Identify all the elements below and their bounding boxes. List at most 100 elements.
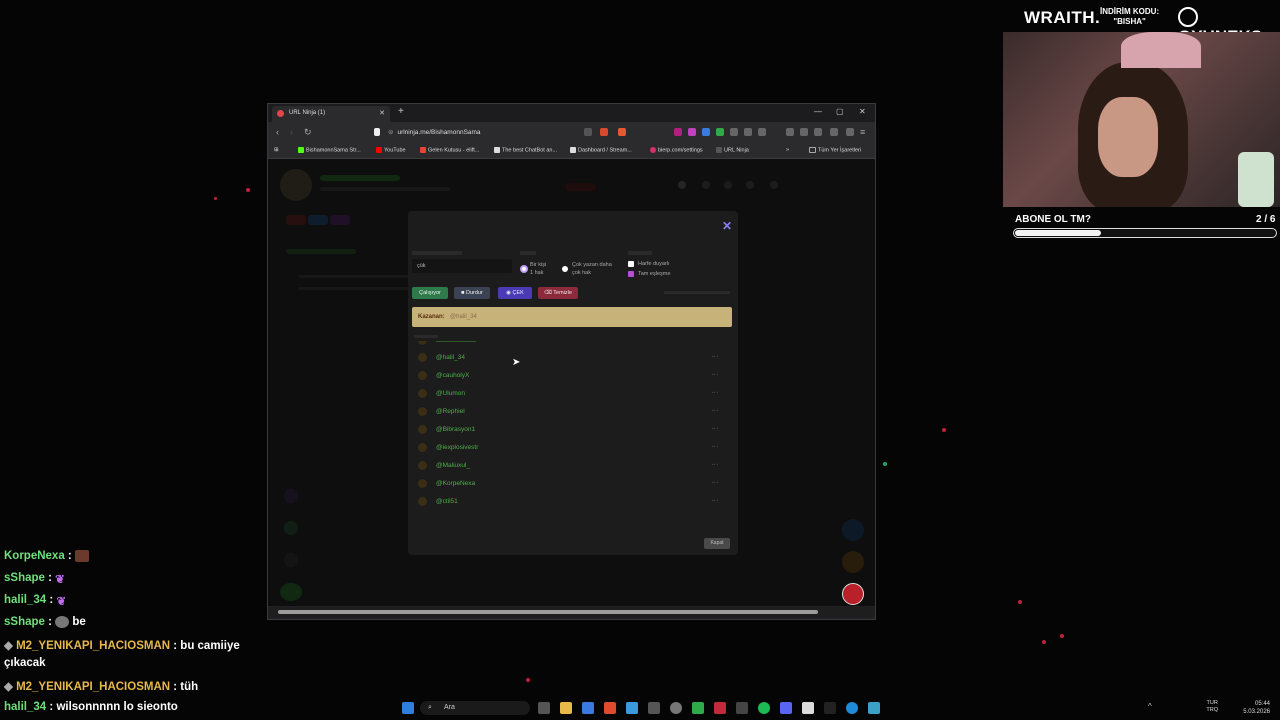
clock[interactable]: 05:44 5.03.2026	[1243, 700, 1270, 716]
participant-name: @cauholyX	[436, 372, 470, 379]
case-sensitive-label: Harfe duyarlı	[638, 261, 670, 267]
participant-avatar	[418, 389, 427, 398]
extension-icon[interactable]	[744, 128, 752, 136]
edge-icon[interactable]	[846, 702, 858, 714]
calculator-icon[interactable]	[648, 702, 660, 714]
extension-icon[interactable]	[786, 128, 794, 136]
participant-name: @Ulumon	[436, 390, 465, 397]
minimize-icon[interactable]: —	[814, 107, 822, 116]
taskbar-search[interactable]: ⌕ Ara	[420, 701, 530, 715]
browser-tab[interactable]: URL Ninja (1) ✕	[272, 106, 390, 122]
windows-start-icon[interactable]	[402, 702, 414, 714]
clear-button[interactable]: ⌫ Temizle	[538, 287, 578, 299]
extension-icon[interactable]	[716, 128, 724, 136]
task-view-icon[interactable]	[538, 702, 550, 714]
close-window-icon[interactable]: ✕	[859, 107, 866, 116]
chat-username: M2_YENIKAPI_HACIOSMAN	[16, 681, 171, 693]
bookmark-item[interactable]: BishamonnSama Str...	[298, 147, 361, 153]
brave-shield-icon[interactable]	[600, 128, 608, 136]
bookmark-item[interactable]: URL Ninja	[716, 147, 749, 153]
share-icon[interactable]	[584, 128, 592, 136]
bookmark-item[interactable]: bierp.com/settings	[650, 147, 703, 153]
language-indicator[interactable]: TUR TRQ	[1206, 700, 1218, 714]
bookmark-icon[interactable]	[374, 128, 380, 136]
mode-radio-many[interactable]	[562, 266, 568, 272]
badge-icon: ◆	[4, 681, 13, 693]
all-bookmarks-label: Tüm Yer İşaretleri	[818, 147, 862, 154]
discord-icon[interactable]	[780, 702, 792, 714]
tray-chevron-icon[interactable]: ^	[1148, 702, 1152, 711]
spotify-icon[interactable]	[758, 702, 770, 714]
telegram-icon[interactable]	[626, 702, 638, 714]
vpn-icon[interactable]	[846, 128, 854, 136]
keyword-input[interactable]: çük	[412, 259, 512, 273]
notepad-icon[interactable]	[802, 702, 814, 714]
forward-icon[interactable]: ›	[290, 127, 293, 137]
mode-radio-one[interactable]	[520, 265, 528, 273]
participant-list[interactable]: @halil_34 •• • @cauholyX •• • @Ulumon •• • …	[412, 341, 732, 516]
chat-text: be	[72, 616, 86, 629]
capcut-icon[interactable]	[824, 702, 836, 714]
all-bookmarks[interactable]: Tüm Yer İşaretleri	[809, 147, 861, 153]
participant-count-placeholder: •• •	[712, 408, 718, 413]
tab-bar: URL Ninja (1) ✕ + — ▢ ✕	[268, 104, 875, 122]
extensions-icon[interactable]	[814, 128, 822, 136]
maximize-icon[interactable]: ▢	[836, 107, 844, 116]
more-bookmarks-icon[interactable]: »	[786, 147, 789, 153]
chat-text: bu camiiye	[180, 640, 240, 652]
extension-icon[interactable]	[688, 128, 696, 136]
horizontal-scrollbar[interactable]	[268, 607, 875, 617]
file-explorer-icon[interactable]	[560, 702, 572, 714]
xbox-icon[interactable]	[692, 702, 704, 714]
chat-text: tüh	[180, 681, 199, 693]
horizontal-scroll-thumb[interactable]	[278, 610, 818, 614]
back-icon[interactable]: ‹	[276, 127, 279, 137]
stop-button-label: Durdur	[466, 290, 483, 296]
extension-icon[interactable]	[674, 128, 682, 136]
chat-message: sShape : ❦	[4, 572, 69, 586]
bookmark-item[interactable]: Gelen Kutusu - elift...	[420, 147, 479, 153]
extension-icon[interactable]	[702, 128, 710, 136]
extension-icon[interactable]	[730, 128, 738, 136]
tab-close-icon[interactable]: ✕	[379, 109, 385, 117]
folder-icon	[809, 147, 816, 153]
sidebar-icon[interactable]	[800, 128, 808, 136]
reload-icon[interactable]: ↻	[304, 127, 312, 138]
taskbar: ⌕ Ara ^ TUR TRQ 05:44 5.03.2026	[380, 698, 1280, 720]
draw-button-label: ÇEK	[512, 290, 524, 296]
brave-icon[interactable]	[604, 702, 616, 714]
case-sensitive-checkbox[interactable]	[628, 261, 634, 267]
participant-avatar	[418, 497, 427, 506]
bierp-icon	[650, 147, 656, 153]
obs-icon[interactable]	[670, 702, 682, 714]
participant-count-placeholder: •• •	[712, 444, 718, 449]
running-button[interactable]: Çalışıyor	[412, 287, 448, 299]
close-button[interactable]: Kapat	[704, 538, 730, 549]
app-icon[interactable]	[736, 702, 748, 714]
background-dot	[214, 197, 217, 200]
exact-match-checkbox[interactable]	[628, 271, 634, 277]
draw-button[interactable]: ◉ ÇEK	[498, 287, 532, 299]
apps-grid-icon[interactable]: ⊞	[274, 147, 279, 153]
bookmark-label: URL Ninja	[724, 147, 749, 154]
extension-icon[interactable]	[758, 128, 766, 136]
chat-message-continued: çıkacak	[4, 657, 46, 669]
stop-button[interactable]: ■ Durdur	[454, 287, 490, 299]
participant-avatar	[418, 353, 427, 362]
brave-rewards-icon[interactable]	[618, 128, 626, 136]
floating-user-icon[interactable]	[842, 583, 864, 605]
menu-icon[interactable]: ≡	[860, 127, 865, 137]
leo-icon[interactable]	[830, 128, 838, 136]
bookmark-item[interactable]: Dashboard / Stream...	[570, 147, 632, 153]
winner-name: @halil_34	[450, 314, 477, 320]
bookmark-item[interactable]: YouTube	[376, 147, 406, 153]
new-tab-icon[interactable]: +	[398, 106, 404, 117]
app-icon[interactable]	[714, 702, 726, 714]
goal-count: 2 / 6	[1256, 214, 1276, 225]
address-bar[interactable]: ⊜ urlninja.me/BishamonnSama	[388, 126, 628, 140]
settings-icon[interactable]	[868, 702, 880, 714]
store-icon[interactable]	[582, 702, 594, 714]
modal-close-icon[interactable]: ✕	[722, 219, 732, 233]
site-info-icon[interactable]: ⊜	[388, 129, 393, 136]
bookmark-item[interactable]: The best ChatBot an...	[494, 147, 557, 153]
